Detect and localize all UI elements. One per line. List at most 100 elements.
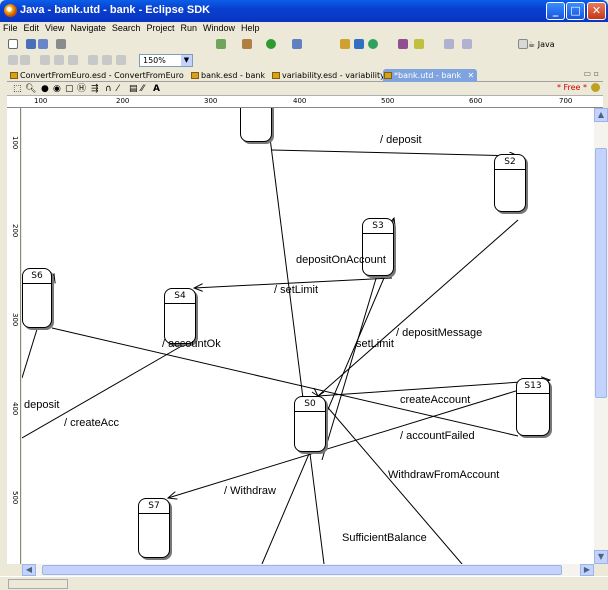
state-s7[interactable]: S7 [138, 498, 170, 558]
note-link-icon[interactable]: ⁄⁄ [141, 84, 144, 94]
minimize-button[interactable]: _ [546, 2, 565, 20]
transition-s6-to-s13[interactable] [51, 327, 519, 437]
state-name: S0 [304, 399, 316, 409]
minimize-editor-icon[interactable]: ▭ ▫ [583, 69, 599, 78]
ruler-tick: 100 [34, 97, 48, 105]
state-s13[interactable]: S13 [516, 378, 550, 436]
tools-icon[interactable] [242, 39, 252, 49]
text-tool-icon[interactable]: A [153, 84, 160, 94]
horizontal-scroll-thumb[interactable] [42, 565, 562, 575]
save-icon[interactable] [26, 39, 36, 49]
print-icon[interactable] [56, 39, 66, 49]
maximize-button[interactable]: □ [566, 2, 585, 20]
tab-bank-utd[interactable]: *bank.utd - bank ✕ [383, 69, 478, 82]
tab-label: *bank.utd - bank [394, 71, 462, 80]
align-right-icon[interactable] [68, 55, 78, 65]
new-file-icon[interactable] [8, 39, 18, 49]
state-name: S3 [372, 221, 384, 231]
scroll-right-icon[interactable]: ▶ [580, 564, 594, 576]
menu-edit[interactable]: Edit [21, 22, 43, 33]
run-icon[interactable] [266, 39, 276, 49]
external-tools-icon[interactable] [292, 39, 302, 49]
window-titlebar: Java - bank.utd - bank - Eclipse SDK _ □… [0, 0, 608, 22]
menu-search[interactable]: Search [109, 22, 144, 33]
state-top[interactable] [240, 108, 272, 142]
transition-s2-to-s0[interactable] [317, 219, 519, 397]
tab-variability-esd[interactable]: variability.esd - variability [271, 69, 385, 82]
open-perspective-icon[interactable] [518, 39, 528, 49]
ruler-tick: 600 [469, 97, 483, 105]
close-icon[interactable]: ✕ [467, 69, 474, 82]
state-divider [495, 169, 525, 170]
state-s0[interactable]: S0 [294, 396, 326, 452]
ruler-tick: 200 [11, 224, 19, 238]
new-interface-icon[interactable] [368, 39, 378, 49]
final-state-icon[interactable]: ◉ [53, 84, 61, 94]
debug-icon[interactable] [216, 39, 226, 49]
initial-state-icon[interactable]: ● [41, 84, 49, 94]
diagram-palette: ⬚ 🔍︎ ● ◉ ▢ Ⓗ ⇶ ∩ ⁄ ▤ ⁄⁄ A * Free * [7, 82, 603, 96]
history-state-icon[interactable]: Ⓗ [77, 84, 86, 94]
tab-label: ConvertFromEuro.esd - ConvertFromEuro [20, 71, 184, 80]
align-top-icon[interactable] [88, 55, 98, 65]
transition-s13-to-s7[interactable] [168, 385, 533, 498]
new-class-icon[interactable] [354, 39, 364, 49]
menu-view[interactable]: View [42, 22, 67, 33]
state-name: S7 [148, 501, 160, 511]
transition-top-to-s0[interactable] [269, 137, 325, 564]
menu-window[interactable]: Window [200, 22, 238, 33]
transition-tool-icon[interactable]: ⁄ [117, 84, 119, 94]
diagram-file-icon [10, 72, 18, 79]
tab-bank-esd[interactable]: bank.esd - bank [190, 69, 265, 82]
align-left-icon[interactable] [40, 55, 50, 65]
menu-help[interactable]: Help [238, 22, 263, 33]
state-divider [23, 283, 51, 284]
redo-icon[interactable] [20, 55, 30, 65]
eclipse-app-icon [4, 4, 17, 17]
state-s3[interactable]: S3 [362, 218, 394, 276]
align-middle-icon[interactable] [102, 55, 112, 65]
state-s6[interactable]: S6 [22, 268, 52, 328]
zoom-select[interactable]: 150% ▼ [139, 54, 193, 67]
ruler-tick: 300 [204, 97, 218, 105]
back-icon[interactable] [444, 39, 454, 49]
state-divider [139, 513, 169, 514]
transition-label: / deposit [380, 134, 422, 146]
tab-convert-from-euro[interactable]: ConvertFromEuro.esd - ConvertFromEuro [9, 69, 184, 82]
ruler-tick: 200 [116, 97, 130, 105]
state-divider [295, 411, 325, 412]
vertical-scrollbar[interactable]: ▲ ▼ [594, 108, 608, 564]
state-s4[interactable]: S4 [164, 288, 196, 344]
note-tool-icon[interactable]: ▤ [129, 84, 138, 94]
save-all-icon[interactable] [38, 39, 48, 49]
state-s2[interactable]: S2 [494, 154, 526, 212]
zoom-tool-icon[interactable]: 🔍︎ [25, 84, 36, 94]
ruler-tick: 500 [11, 491, 19, 505]
transition-deposit-to-s2[interactable] [271, 149, 518, 156]
open-type-icon[interactable] [398, 39, 408, 49]
diagram-canvas[interactable]: S2 S3 S4 S6 S0 S13 S7 / deposit depositO… [22, 108, 594, 564]
search-icon[interactable] [414, 39, 424, 49]
menu-navigate[interactable]: Navigate [67, 22, 109, 33]
scroll-up-icon[interactable]: ▲ [594, 108, 608, 122]
vertical-ruler: 100 200 300 400 500 [7, 108, 21, 564]
status-bar [0, 576, 608, 590]
close-window-button[interactable]: ✕ [587, 2, 606, 20]
align-bottom-icon[interactable] [116, 55, 126, 65]
scroll-down-icon[interactable]: ▼ [594, 550, 608, 564]
scroll-left-icon[interactable]: ◀ [22, 564, 36, 576]
menu-project[interactable]: Project [143, 22, 177, 33]
forward-icon[interactable] [462, 39, 472, 49]
java-perspective-button[interactable]: ☕ Java [528, 40, 555, 49]
vertical-scroll-thumb[interactable] [595, 148, 607, 398]
horizontal-scrollbar[interactable]: ◀ ▶ [22, 564, 594, 576]
state-tool-icon[interactable]: ▢ [65, 84, 74, 94]
fork-tool-icon[interactable]: ⇶ [91, 84, 99, 94]
menu-file[interactable]: File [0, 22, 21, 33]
menu-run[interactable]: Run [177, 22, 200, 33]
align-center-icon[interactable] [54, 55, 64, 65]
junction-tool-icon[interactable]: ∩ [105, 84, 112, 94]
new-package-icon[interactable] [340, 39, 350, 49]
select-tool-icon[interactable]: ⬚ [13, 84, 22, 94]
undo-icon[interactable] [8, 55, 18, 65]
